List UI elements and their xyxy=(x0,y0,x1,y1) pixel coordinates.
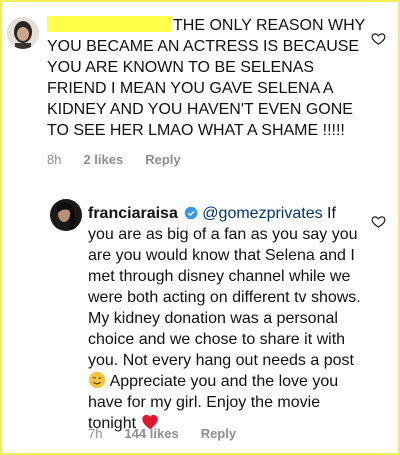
avatar[interactable] xyxy=(50,199,82,231)
redaction-highlight xyxy=(47,16,171,32)
comment-meta: 8h 2 likes Reply xyxy=(47,152,203,167)
likes-count[interactable]: 144 likes xyxy=(124,426,178,441)
mention-link[interactable]: @gomezprivates xyxy=(202,205,322,222)
username-link[interactable]: franciaraisa xyxy=(88,205,178,222)
like-heart-icon[interactable] xyxy=(371,31,386,46)
timestamp: 7h xyxy=(88,426,103,441)
like-heart-icon[interactable] xyxy=(371,214,386,229)
winking-face-emoji-icon xyxy=(88,371,106,389)
user-avatar-icon xyxy=(50,199,82,231)
likes-count[interactable]: 2 likes xyxy=(83,152,123,167)
comment-text: THE ONLY REASON WHY YOU BECAME AN ACTRES… xyxy=(47,16,366,139)
reply-comment-meta: 7h 144 likes Reply xyxy=(88,426,258,441)
avatar[interactable] xyxy=(7,17,39,49)
timestamp: 8h xyxy=(47,152,62,167)
verified-badge-icon xyxy=(184,206,198,220)
reply-button[interactable]: Reply xyxy=(201,426,236,441)
reply-button[interactable]: Reply xyxy=(145,152,180,167)
user-avatar-icon xyxy=(7,17,39,49)
reply-comment-text: franciaraisa @gomezprivates If you are a… xyxy=(88,205,361,432)
